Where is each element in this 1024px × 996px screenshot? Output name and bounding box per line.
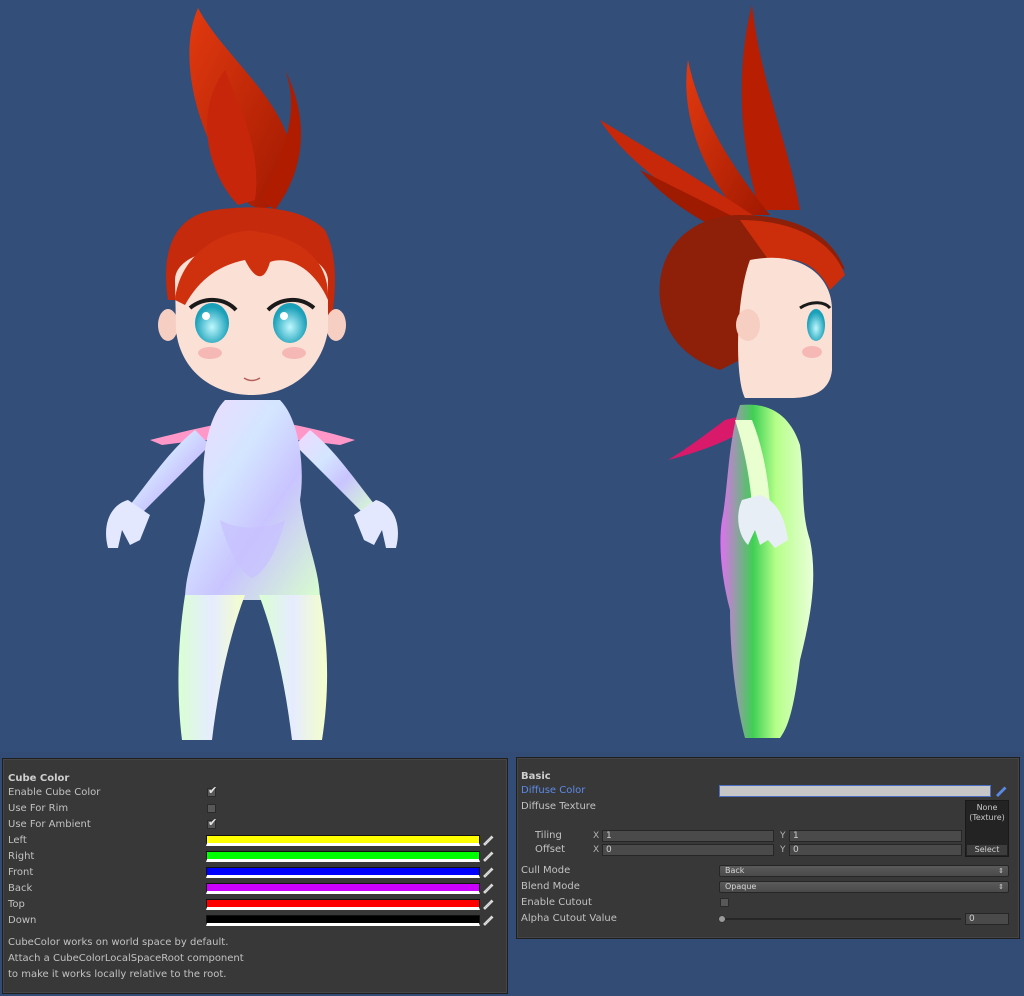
alpha-cutout-label: Alpha Cutout Value [521, 913, 617, 924]
figure-side [600, 5, 845, 738]
scene-viewport[interactable] [0, 0, 1024, 752]
hint-line: to make it works locally relative to the… [8, 969, 227, 980]
texture-preview-label: None (Texture) [966, 803, 1008, 823]
color-top-label: Top [8, 899, 25, 910]
dropdown-arrow-icon: ⇕ [998, 867, 1004, 875]
color-left-swatch[interactable] [206, 835, 480, 846]
use-for-ambient-label: Use For Ambient [8, 819, 91, 830]
cull-mode-value: Back [725, 866, 745, 875]
checkmark-icon: ✔ [208, 816, 218, 829]
eyedropper-icon[interactable] [482, 914, 494, 926]
tiling-label: Tiling [535, 830, 562, 841]
tiling-y-axis: Y [780, 831, 786, 841]
scene-render [106, 5, 845, 740]
color-back-swatch[interactable] [206, 883, 480, 894]
eyedropper-icon[interactable] [995, 785, 1007, 797]
diffuse-texture-label: Diffuse Texture [521, 801, 596, 812]
tiling-x-field[interactable]: 1 [602, 830, 774, 842]
texture-type-text: (Texture) [969, 813, 1005, 822]
use-for-rim-label: Use For Rim [8, 803, 69, 814]
alpha-cutout-value-field[interactable]: 0 [965, 913, 1009, 925]
blend-mode-label: Blend Mode [521, 881, 580, 892]
texture-none-text: None [976, 803, 998, 812]
color-left-label: Left [8, 835, 27, 846]
cube-color-header: Cube Color [8, 773, 70, 784]
offset-y-field[interactable]: 0 [789, 844, 962, 856]
alpha-cutout-slider-track[interactable] [721, 918, 961, 920]
cull-mode-label: Cull Mode [521, 865, 571, 876]
blend-mode-dropdown[interactable]: Opaque ⇕ [719, 881, 1009, 893]
basic-panel: Basic Diffuse Color Diffuse Texture None… [516, 757, 1020, 939]
color-down-label: Down [8, 915, 37, 926]
diffuse-color-swatch[interactable] [719, 785, 991, 797]
cull-mode-dropdown[interactable]: Back ⇕ [719, 865, 1009, 877]
use-for-rim-checkbox[interactable] [207, 804, 216, 813]
offset-y-axis: Y [780, 845, 786, 855]
eyedropper-icon[interactable] [482, 866, 494, 878]
color-right-label: Right [8, 851, 35, 862]
diffuse-color-label: Diffuse Color [521, 785, 586, 796]
offset-x-field[interactable]: 0 [602, 844, 774, 856]
hint-line: CubeColor works on world space by defaul… [8, 937, 229, 948]
hint-line: Attach a CubeColorLocalSpaceRoot compone… [8, 953, 244, 964]
diffuse-texture-slot[interactable]: None (Texture) Select [965, 800, 1009, 857]
cube-color-hint: CubeColor works on world space by defaul… [8, 935, 244, 983]
use-for-ambient-checkbox[interactable]: ✔ [207, 816, 218, 829]
color-right-swatch[interactable] [206, 851, 480, 862]
eyedropper-icon[interactable] [482, 882, 494, 894]
checkmark-icon: ✔ [208, 784, 218, 797]
figure-front [106, 8, 398, 740]
eyedropper-icon[interactable] [482, 834, 494, 846]
color-back-label: Back [8, 883, 33, 894]
alpha-cutout-slider-thumb[interactable] [718, 915, 726, 923]
color-front-swatch[interactable] [206, 867, 480, 878]
cube-color-panel: Cube Color Enable Cube Color ✔ Use For R… [2, 758, 508, 994]
enable-cube-color-label: Enable Cube Color [8, 787, 101, 798]
texture-select-button[interactable]: Select [967, 845, 1007, 855]
enable-cutout-checkbox[interactable] [720, 898, 729, 907]
eyedropper-icon[interactable] [482, 898, 494, 910]
basic-header: Basic [521, 771, 551, 782]
offset-x-axis: X [593, 845, 600, 855]
color-top-swatch[interactable] [206, 899, 480, 910]
color-down-swatch[interactable] [206, 915, 480, 926]
dropdown-arrow-icon: ⇕ [998, 883, 1004, 891]
enable-cube-color-checkbox[interactable]: ✔ [207, 784, 218, 797]
color-front-label: Front [8, 867, 34, 878]
blend-mode-value: Opaque [725, 882, 757, 891]
tiling-y-field[interactable]: 1 [789, 830, 962, 842]
offset-label: Offset [535, 844, 566, 855]
enable-cutout-label: Enable Cutout [521, 897, 592, 908]
tiling-x-axis: X [593, 831, 600, 841]
eyedropper-icon[interactable] [482, 850, 494, 862]
